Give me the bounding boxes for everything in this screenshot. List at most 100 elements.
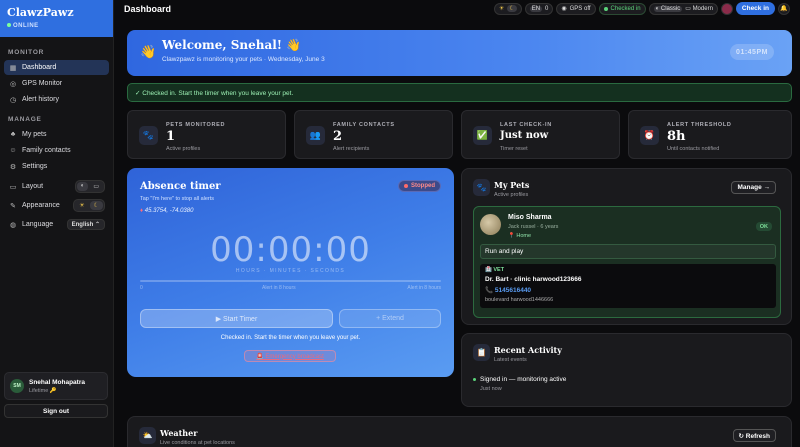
avatar: SM <box>10 379 24 393</box>
moon-icon[interactable]: ☾ <box>89 201 103 210</box>
manage-button[interactable]: Manage → <box>731 181 776 194</box>
brand-status: ONLINE <box>13 23 39 29</box>
activity-subtitle: Latest events <box>494 357 527 363</box>
layout-icon: ▭ <box>9 183 17 191</box>
status-dot-icon <box>473 377 476 381</box>
view-mode-toggle[interactable]: ◐ Classic ▭ Modern <box>648 2 718 15</box>
page-title: Dashboard <box>124 3 172 14</box>
pets-subtitle: Active profiles <box>494 192 529 198</box>
status-badge: OK <box>755 222 772 231</box>
welcome-title: Welcome, Snehal! 👋 <box>162 38 302 52</box>
checked-in-chip: Checked in <box>598 2 646 15</box>
sidebar-item-settings[interactable]: ⚙ Settings <box>4 159 109 174</box>
layout-desktop-icon[interactable]: ▭ <box>89 182 103 191</box>
track-label-end: Alert in 8 hours <box>407 285 441 291</box>
refresh-button[interactable]: ↻ Refresh <box>732 429 776 442</box>
alarm-clock-icon: ⏰ <box>640 126 659 145</box>
view-modern[interactable]: ▭ Modern <box>685 5 713 12</box>
absence-timer-card: Absence timer Tap "I'm here" to stop all… <box>127 168 454 377</box>
sidebar-item-alert-history[interactable]: ◷ Alert history <box>4 92 109 107</box>
vet-phone-link[interactable]: 📞 5145616440 <box>485 286 771 294</box>
history-icon: ◷ <box>9 96 17 104</box>
brand: ClawzPawz ONLINE <box>0 0 113 37</box>
clock: 01:45PM <box>730 44 774 60</box>
start-timer-button[interactable]: ▶ Start Timer <box>140 309 333 328</box>
weather-icon: ⛅ <box>139 427 156 444</box>
weather-subtitle: Live conditions at pet locations <box>160 440 235 446</box>
language-row: ◍ Language English ⌃ <box>4 216 109 233</box>
pet-note: Run and play <box>480 244 776 259</box>
brand-name: ClawzPawz <box>7 6 74 19</box>
check-in-button[interactable]: Check in <box>735 2 775 15</box>
stat-alert-threshold: ⏰ ALERT THRESHOLD 8h Until contacts noti… <box>628 110 792 159</box>
layout-toggle[interactable]: ◐ ▭ <box>74 180 105 193</box>
timer-status-badge: Stopped <box>398 180 441 192</box>
layout-compact-icon[interactable]: ◐ <box>76 182 89 191</box>
sun-icon[interactable]: ☀ <box>75 201 88 210</box>
profile-avatar[interactable] <box>720 2 733 15</box>
track-label-start: 0 <box>140 285 143 291</box>
vet-name: Dr. Bart · clinic harwood123666 <box>485 276 582 283</box>
clipboard-icon: 📋 <box>473 344 490 361</box>
theme-toggle[interactable]: ☀ ☾ <box>493 2 522 15</box>
layout-row: ▭ Layout ◐ ▭ <box>4 178 109 195</box>
appearance-icon: ✎ <box>10 202 16 210</box>
manage-section-label: MANAGE <box>8 116 42 123</box>
pet-location: 📍 Home <box>508 233 532 239</box>
pet-breed: Jack russel · 6 years <box>508 224 559 230</box>
sidebar-item-dashboard[interactable]: ▦ Dashboard <box>4 60 109 75</box>
sun-icon[interactable]: ☀ <box>499 5 504 12</box>
status-dot-icon <box>404 184 408 188</box>
paw-icon: 🐾 <box>473 179 490 196</box>
weather-card: ⛅ Weather Live conditions at pet locatio… <box>127 416 792 447</box>
pets-title: My Pets <box>494 180 530 190</box>
timer-hint: Tap "I'm here" to stop all alerts <box>140 196 215 202</box>
gear-icon: ⚙ <box>9 163 17 171</box>
topbar: Dashboard ☀ ☾ EN 0 ◉ GPS off Checked in … <box>114 0 800 17</box>
stat-family-contacts: 👥 FAMILY CONTACTS 2 Alert recipients <box>294 110 453 159</box>
language-chip[interactable]: EN 0 <box>524 2 554 15</box>
paw-icon: 🐾 <box>139 126 158 145</box>
status-dot-icon <box>603 6 608 11</box>
checked-in-banner: ✓ Checked in. Start the timer when you l… <box>127 83 792 102</box>
appearance-toggle[interactable]: ☀ ☾ <box>73 199 105 212</box>
grid-icon: ▦ <box>9 64 17 72</box>
gps-icon: ◉ <box>561 6 567 12</box>
pin-icon: ♦ <box>140 208 144 214</box>
appearance-row: ✎ Appearance ☀ ☾ <box>4 197 109 214</box>
user-plan: Lifetime 🔑 <box>29 387 57 394</box>
user-name: Snehal Mohapatra <box>29 378 85 386</box>
emergency-broadcast-button[interactable]: 🚨 Emergency broadcast <box>244 350 336 362</box>
online-dot-icon <box>7 23 11 27</box>
vet-label: 🏥 VET <box>485 267 505 273</box>
user-card: SM Snehal Mohapatra Lifetime 🔑 <box>4 372 108 400</box>
recent-activity-card: 📋 Recent Activity Latest events Signed i… <box>461 333 792 407</box>
gps-icon: ◎ <box>9 80 17 88</box>
extend-button[interactable]: + Extend <box>339 309 441 328</box>
vet-info: 🏥 VET Dr. Bart · clinic harwood123666 📞 … <box>480 264 776 308</box>
gps-status-chip[interactable]: ◉ GPS off <box>556 2 596 15</box>
check-icon: ✅ <box>473 126 492 145</box>
timer-progress-track <box>140 280 441 282</box>
monitor-section-label: MONITOR <box>8 49 45 56</box>
list-item: Signed in — monitoring active Just now <box>473 376 566 392</box>
pet-card[interactable]: Miso Sharma Jack russel · 6 years 📍 Home… <box>473 206 781 318</box>
sidebar-item-my-pets[interactable]: ♣ My pets <box>4 127 109 142</box>
moon-icon[interactable]: ☾ <box>507 5 517 12</box>
view-classic[interactable]: ◐ Classic <box>653 5 683 12</box>
activity-title: Recent Activity <box>494 345 562 355</box>
sidebar-item-family-contacts[interactable]: ☺ Family contacts <box>4 143 109 158</box>
pet-photo <box>480 214 501 235</box>
sidebar-item-gps-monitor[interactable]: ◎ GPS Monitor <box>4 76 109 91</box>
people-icon: 👥 <box>306 126 325 145</box>
welcome-subtitle: Clawzpawz is monitoring your pets · Wedn… <box>162 56 325 63</box>
timer-display: 00:00:00 <box>210 230 371 270</box>
paw-icon: ♣ <box>10 131 16 138</box>
stat-pets-monitored: 🐾 PETS MONITORED 1 Active profiles <box>127 110 286 159</box>
weather-title: Weather <box>160 428 198 438</box>
globe-icon: ◍ <box>9 221 17 229</box>
language-select[interactable]: English ⌃ <box>66 219 105 230</box>
bell-icon[interactable]: 🔔 <box>778 2 790 15</box>
sidebar: ClawzPawz ONLINE MONITOR ▦ Dashboard ◎ G… <box>0 0 114 447</box>
sign-out-button[interactable]: Sign out <box>4 404 108 418</box>
